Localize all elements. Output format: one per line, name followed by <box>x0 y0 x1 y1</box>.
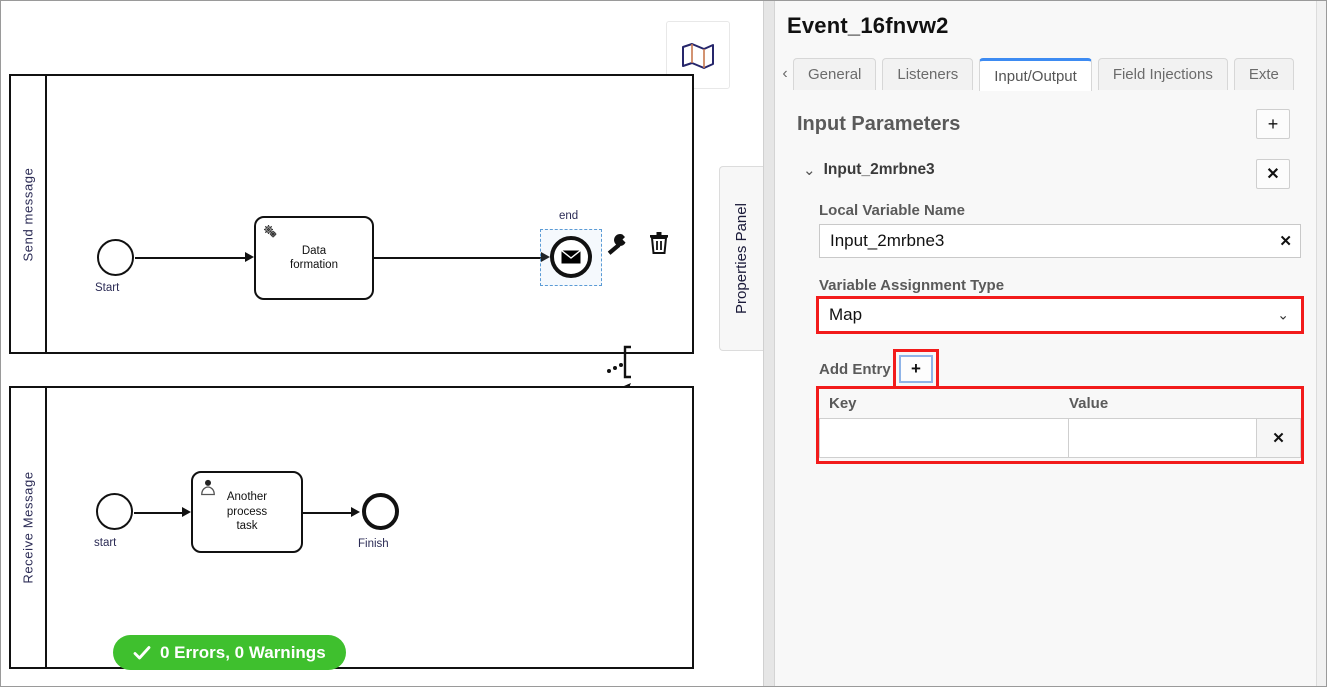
end-event-label: end <box>559 210 579 222</box>
envelope-icon <box>561 250 581 264</box>
end-event-shape[interactable] <box>362 493 399 530</box>
panel-scrollbar-thumb[interactable] <box>1318 1 1326 686</box>
append-element-icon[interactable] <box>605 344 639 380</box>
start-event-shape[interactable] <box>97 239 134 276</box>
service-task-data-formation[interactable]: Data formation <box>254 216 374 300</box>
entry-value-input[interactable] <box>1069 418 1257 458</box>
column-header-value: Value <box>1069 395 1109 412</box>
chevron-down-icon[interactable]: ⌄ <box>803 163 816 178</box>
sequence-flow-arrow <box>182 507 191 517</box>
tab-label: Input/Output <box>994 67 1077 85</box>
tab-label: Exte <box>1248 66 1279 83</box>
tab-label: General <box>808 66 862 83</box>
sequence-flow-arrow <box>245 252 254 262</box>
lane-label: Receive Message <box>20 471 36 584</box>
remove-entry-button[interactable]: ✕ <box>1257 418 1301 458</box>
lane-header-receive-message[interactable]: Receive Message <box>11 388 47 667</box>
panel-scrollbar[interactable] <box>1316 1 1326 686</box>
local-variable-name-value: Input_2mrbne3 <box>830 231 945 250</box>
start-event-label: Start <box>95 282 120 294</box>
task-label: Data formation <box>290 244 338 271</box>
tab-listeners[interactable]: Listeners <box>882 58 974 90</box>
tab-bar: ‹ General Listeners Input/Output Field I… <box>775 58 1316 92</box>
message-end-event-shape[interactable] <box>550 236 592 278</box>
pool-send-message[interactable]: Send message Start Data formation end <box>9 74 694 410</box>
column-header-key: Key <box>829 395 857 412</box>
panel-body: Event_16fnvw2 ‹ General Listeners Input/… <box>775 1 1316 686</box>
tab-input-output[interactable]: Input/Output <box>979 58 1092 91</box>
variable-assignment-type-select[interactable]: Map ⌄ <box>819 299 1301 331</box>
bpmn-canvas[interactable]: Send message Start Data formation end Re… <box>1 1 763 686</box>
bpmn-modeler-app: Send message Start Data formation end Re… <box>1 1 1326 686</box>
pool-receive-message[interactable]: Receive Message start Another process task… <box>9 386 694 669</box>
tab-extensions[interactable]: Exte <box>1233 58 1294 90</box>
input-parameter-row[interactable]: ⌄ Input_2mrbne3 <box>803 161 935 179</box>
sequence-flow-arrow <box>351 507 360 517</box>
add-input-parameter-button[interactable]: + <box>1256 109 1290 139</box>
trash-icon[interactable] <box>644 228 674 258</box>
properties-panel-toggle-label: Properties Panel <box>733 203 750 314</box>
table-header-row: Key Value <box>819 389 1301 418</box>
user-icon <box>201 479 215 496</box>
chevron-down-icon: ⌄ <box>1277 306 1289 323</box>
tab-general[interactable]: General <box>793 58 877 90</box>
sequence-flow[interactable] <box>303 512 351 514</box>
start-event-label: start <box>94 537 117 549</box>
start-event-shape[interactable] <box>96 493 133 530</box>
remove-input-parameter-button[interactable]: ✕ <box>1256 159 1290 189</box>
page-title: Event_16fnvw2 <box>787 13 949 38</box>
sequence-flow[interactable] <box>374 257 541 259</box>
panel-left-gutter <box>764 1 775 686</box>
tab-label: Field Injections <box>1112 66 1213 83</box>
status-text: 0 Errors, 0 Warnings <box>160 642 326 662</box>
local-variable-name-label: Local Variable Name <box>819 202 965 219</box>
section-heading: Input Parameters <box>797 113 961 135</box>
variable-assignment-type-value: Map <box>829 305 863 324</box>
task-label: Another process task <box>226 491 268 533</box>
lane-header-send-message[interactable]: Send message <box>11 76 47 352</box>
clear-icon[interactable]: ✕ <box>1279 232 1292 250</box>
check-icon <box>133 645 151 659</box>
gear-icon <box>264 225 277 238</box>
map-icon <box>682 43 714 69</box>
properties-panel-toggle[interactable]: Properties Panel <box>719 166 763 351</box>
properties-panel: Event_16fnvw2 ‹ General Listeners Input/… <box>763 1 1326 686</box>
chevron-left-icon[interactable]: ‹ <box>777 61 793 87</box>
status-badge: 0 Errors, 0 Warnings <box>113 635 346 670</box>
wrench-icon[interactable] <box>604 231 632 259</box>
tab-label: Listeners <box>897 66 959 83</box>
table-row: ✕ <box>819 418 1301 458</box>
tab-field-injections[interactable]: Field Injections <box>1097 58 1228 90</box>
entry-key-input[interactable] <box>819 418 1069 458</box>
input-parameter-name: Input_2mrbne3 <box>823 161 935 178</box>
lane-label: Send message <box>20 167 36 261</box>
sequence-flow[interactable] <box>135 257 245 259</box>
add-entry-button[interactable]: + <box>899 355 933 383</box>
add-entry-label: Add Entry <box>819 361 891 378</box>
key-value-table: Key Value ✕ <box>819 389 1301 461</box>
tabs-wrapper: General Listeners Input/Output Field Inj… <box>793 58 1316 91</box>
variable-assignment-type-label: Variable Assignment Type <box>819 277 1005 294</box>
user-task-another-process-task[interactable]: Another process task <box>191 471 303 553</box>
input-output-content: Input Parameters + ✕ ⌄ Input_2mrbne3 Loc… <box>775 91 1316 686</box>
sequence-flow[interactable] <box>134 512 182 514</box>
end-event-label: Finish <box>358 538 389 550</box>
local-variable-name-input[interactable]: Input_2mrbne3 ✕ <box>819 224 1301 258</box>
